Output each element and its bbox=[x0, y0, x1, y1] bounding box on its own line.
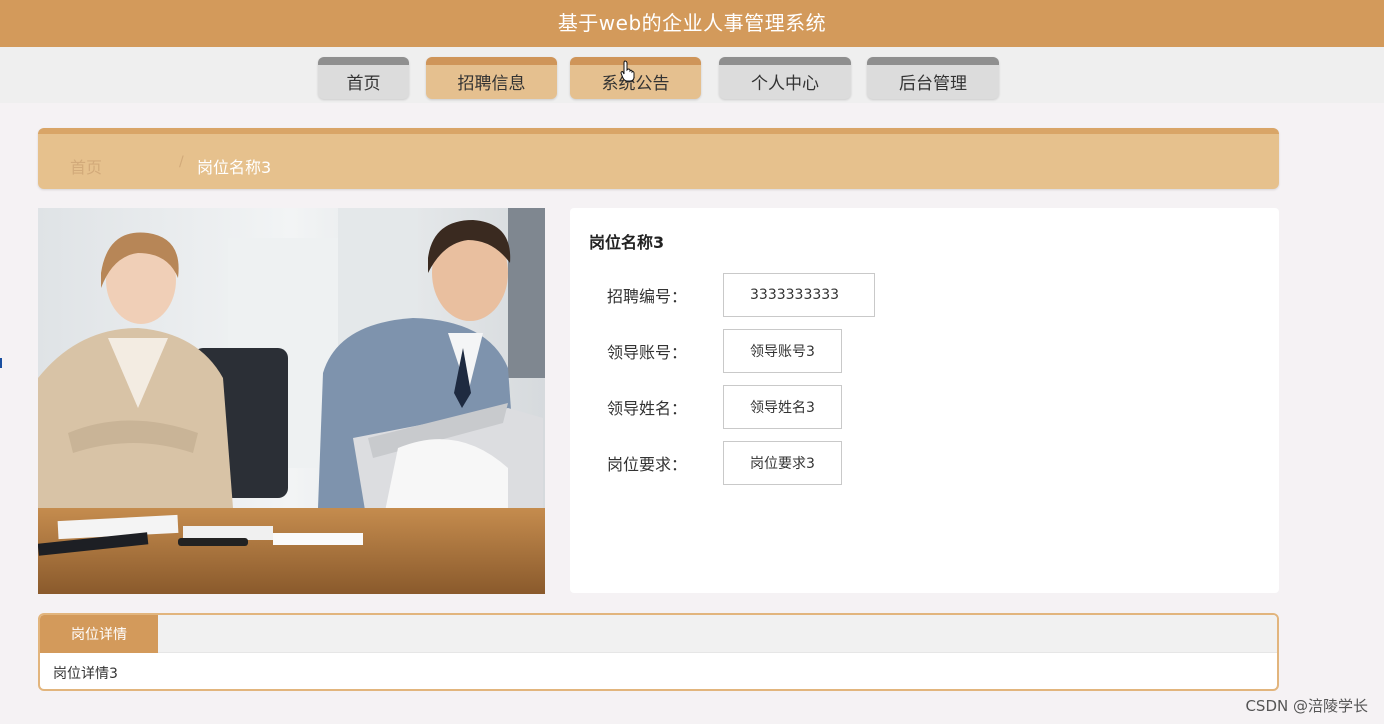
field-job-requirement-label: 岗位要求： bbox=[607, 455, 688, 474]
job-info-panel: 岗位名称3 招聘编号： 3333333333 领导账号： 领导账号3 领导姓名：… bbox=[570, 208, 1279, 593]
job-details-content: 岗位详情3 bbox=[53, 666, 118, 682]
field-leader-account-value: 领导账号3 bbox=[723, 329, 842, 373]
header-bar: 基于web的企业人事管理系统 bbox=[0, 0, 1384, 47]
site-title: 基于web的企业人事管理系统 bbox=[557, 11, 827, 35]
job-details-card: 岗位详情 岗位详情3 bbox=[38, 613, 1279, 691]
nav-recruitment[interactable]: 招聘信息 bbox=[426, 57, 557, 99]
job-title: 岗位名称3 bbox=[589, 233, 665, 252]
nav-home[interactable]: 首页 bbox=[318, 57, 409, 99]
breadcrumb: 首页 / 岗位名称3 bbox=[38, 128, 1279, 189]
field-leader-name: 领导姓名： 领导姓名3 bbox=[607, 385, 842, 429]
details-tabbar: 岗位详情 bbox=[40, 615, 1277, 653]
field-job-requirement: 岗位要求： 岗位要求3 bbox=[607, 441, 842, 485]
field-leader-name-value: 领导姓名3 bbox=[723, 385, 842, 429]
field-leader-name-label: 领导姓名： bbox=[607, 399, 688, 418]
breadcrumb-current: 岗位名称3 bbox=[197, 158, 272, 177]
nav-admin[interactable]: 后台管理 bbox=[867, 57, 999, 99]
nav-personal-center[interactable]: 个人中心 bbox=[719, 57, 851, 99]
field-recruit-no-label: 招聘编号： bbox=[607, 287, 688, 306]
nav-admin-label: 后台管理 bbox=[899, 73, 967, 94]
field-leader-account: 领导账号： 领导账号3 bbox=[607, 329, 842, 373]
field-job-requirement-value: 岗位要求3 bbox=[723, 441, 842, 485]
field-recruit-no: 招聘编号： 3333333333 bbox=[607, 273, 875, 317]
csdn-watermark: CSDN @涪陵学长 bbox=[1245, 697, 1368, 715]
nav-personal-center-label: 个人中心 bbox=[751, 73, 819, 94]
job-photo bbox=[38, 208, 545, 594]
hand-pointer-icon bbox=[620, 60, 635, 82]
nav-recruitment-label: 招聘信息 bbox=[457, 73, 526, 94]
tab-job-details[interactable]: 岗位详情 bbox=[40, 615, 158, 653]
field-recruit-no-value: 3333333333 bbox=[723, 273, 875, 317]
field-leader-account-label: 领导账号： bbox=[607, 343, 688, 362]
breadcrumb-home-link[interactable]: 首页 bbox=[70, 154, 102, 178]
nav-home-label: 首页 bbox=[346, 73, 381, 94]
edge-marker bbox=[0, 358, 2, 368]
breadcrumb-separator: / bbox=[179, 154, 184, 170]
